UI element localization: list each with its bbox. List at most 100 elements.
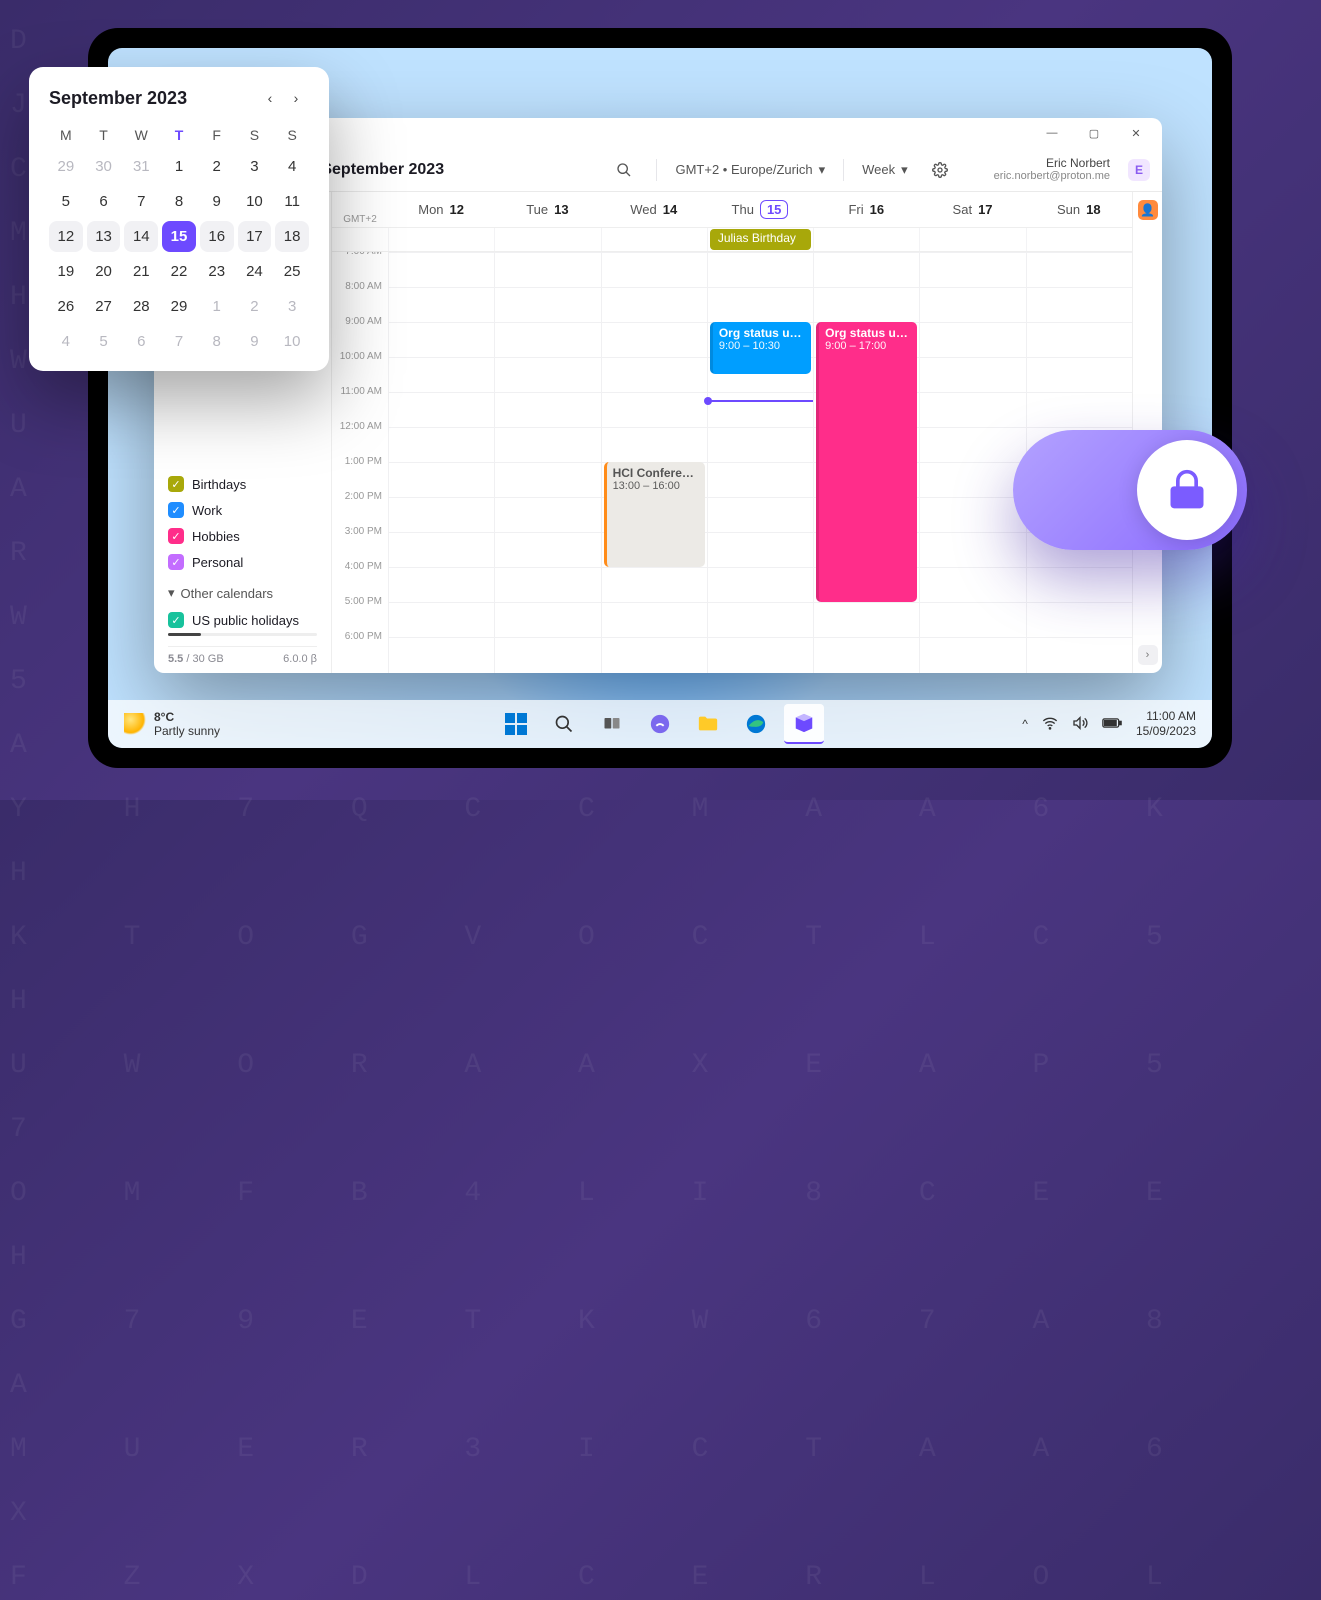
allday-cell[interactable]	[1026, 228, 1132, 251]
mini-cal-day[interactable]: 23	[200, 256, 234, 287]
start-button[interactable]	[496, 704, 536, 744]
mini-cal-day[interactable]: 6	[87, 186, 121, 217]
calendar-event[interactable]: Org status upd…9:00 – 10:30	[710, 322, 811, 374]
collapse-rail-button[interactable]: ›	[1138, 645, 1158, 665]
mini-cal-day[interactable]: 10	[238, 186, 272, 217]
calendar-item[interactable]: ✓Birthdays	[168, 471, 317, 497]
mini-cal-day[interactable]: 5	[87, 326, 121, 357]
tray-chevron-icon[interactable]: ^	[1022, 717, 1028, 731]
mini-cal-day[interactable]: 14	[124, 221, 158, 252]
day-column[interactable]: HCI Conference13:00 – 16:00	[601, 252, 707, 673]
mini-cal-day[interactable]: 3	[238, 151, 272, 182]
mini-cal-day[interactable]: 10	[275, 326, 309, 357]
proton-calendar-icon[interactable]	[784, 704, 824, 744]
mini-cal-day[interactable]: 2	[200, 151, 234, 182]
taskbar-search-icon[interactable]	[544, 704, 584, 744]
mini-cal-day[interactable]: 16	[200, 221, 234, 252]
day-header[interactable]: Tue 13	[494, 192, 600, 227]
day-header[interactable]: Thu 15	[707, 192, 813, 227]
calendar-event[interactable]: HCI Conference13:00 – 16:00	[604, 462, 705, 567]
other-calendars-header[interactable]: ▾ Other calendars	[168, 585, 317, 601]
calendar-checkbox[interactable]: ✓	[168, 528, 184, 544]
mini-cal-day[interactable]: 4	[275, 151, 309, 182]
weather-widget[interactable]: 8°C Partly sunny	[124, 710, 220, 738]
calendar-event[interactable]: Org status upd…9:00 – 17:00	[816, 322, 917, 602]
allday-cell[interactable]	[813, 228, 919, 251]
wifi-icon[interactable]	[1042, 715, 1058, 734]
mini-cal-day[interactable]: 19	[49, 256, 83, 287]
chat-icon[interactable]	[640, 704, 680, 744]
allday-cell[interactable]: Julias Birthday	[707, 228, 813, 251]
mini-cal-day[interactable]: 11	[275, 186, 309, 217]
mini-cal-day[interactable]: 22	[162, 256, 196, 287]
mini-cal-day[interactable]: 12	[49, 221, 83, 252]
mini-cal-day[interactable]: 27	[87, 291, 121, 322]
calendar-item[interactable]: ✓US public holidays	[168, 607, 317, 633]
day-header[interactable]: Wed 14	[601, 192, 707, 227]
day-column[interactable]: Org status upd…9:00 – 10:30	[707, 252, 813, 673]
day-column[interactable]: Org status upd…9:00 – 17:00	[813, 252, 919, 673]
mini-cal-day[interactable]: 9	[200, 186, 234, 217]
mini-calendar-next[interactable]: ›	[283, 85, 309, 111]
mini-cal-day[interactable]: 4	[49, 326, 83, 357]
volume-icon[interactable]	[1072, 715, 1088, 734]
mini-cal-day[interactable]: 21	[124, 256, 158, 287]
edge-icon[interactable]	[736, 704, 776, 744]
calendar-item[interactable]: ✓Hobbies	[168, 523, 317, 549]
mini-cal-day[interactable]: 5	[49, 186, 83, 217]
privacy-lock-toggle[interactable]	[1013, 430, 1247, 550]
mini-calendar-prev[interactable]: ‹	[257, 85, 283, 111]
mini-cal-day[interactable]: 8	[200, 326, 234, 357]
mini-cal-day[interactable]: 30	[87, 151, 121, 182]
mini-cal-day[interactable]: 13	[87, 221, 121, 252]
mini-cal-day[interactable]: 6	[124, 326, 158, 357]
contacts-icon[interactable]: 👤	[1138, 200, 1158, 220]
day-column[interactable]	[388, 252, 494, 673]
mini-cal-day[interactable]: 24	[238, 256, 272, 287]
mini-cal-day[interactable]: 8	[162, 186, 196, 217]
calendar-checkbox[interactable]: ✓	[168, 502, 184, 518]
allday-event[interactable]: Julias Birthday	[710, 229, 811, 250]
mini-cal-day[interactable]: 2	[238, 291, 272, 322]
mini-cal-day[interactable]: 25	[275, 256, 309, 287]
mini-cal-day[interactable]: 1	[162, 151, 196, 182]
mini-cal-day[interactable]: 17	[238, 221, 272, 252]
view-selector[interactable]: Week ▾	[862, 162, 908, 178]
day-header[interactable]: Sat 17	[919, 192, 1025, 227]
allday-cell[interactable]	[494, 228, 600, 251]
allday-cell[interactable]	[388, 228, 494, 251]
calendar-item[interactable]: ✓Personal	[168, 549, 317, 575]
mini-cal-day[interactable]: 3	[275, 291, 309, 322]
user-info[interactable]: Eric Norbert eric.norbert@proton.me	[994, 156, 1110, 184]
calendar-item[interactable]: ✓Work	[168, 497, 317, 523]
mini-cal-day[interactable]: 18	[275, 221, 309, 252]
allday-cell[interactable]	[601, 228, 707, 251]
day-header[interactable]: Sun 18	[1026, 192, 1132, 227]
taskbar-clock[interactable]: 11:00 AM 15/09/2023	[1136, 709, 1196, 739]
mini-cal-day[interactable]: 29	[49, 151, 83, 182]
timezone-selector[interactable]: GMT+2 • Europe/Zurich ▾	[675, 162, 825, 178]
mini-cal-day[interactable]: 20	[87, 256, 121, 287]
day-column[interactable]	[919, 252, 1025, 673]
mini-cal-day[interactable]: 1	[200, 291, 234, 322]
calendar-checkbox[interactable]: ✓	[168, 476, 184, 492]
task-view-icon[interactable]	[592, 704, 632, 744]
mini-cal-day[interactable]: 28	[124, 291, 158, 322]
mini-cal-day[interactable]: 29	[162, 291, 196, 322]
calendar-checkbox[interactable]: ✓	[168, 554, 184, 570]
day-header[interactable]: Mon 12	[388, 192, 494, 227]
mini-cal-day[interactable]: 7	[162, 326, 196, 357]
maximize-button[interactable]: ▢	[1074, 119, 1114, 147]
allday-cell[interactable]	[919, 228, 1025, 251]
mini-cal-day[interactable]: 7	[124, 186, 158, 217]
minimize-button[interactable]: —	[1032, 119, 1072, 147]
settings-icon[interactable]	[926, 156, 954, 184]
mini-cal-day[interactable]: 31	[124, 151, 158, 182]
mini-cal-day[interactable]: 26	[49, 291, 83, 322]
search-icon[interactable]	[610, 156, 638, 184]
mini-cal-day[interactable]: 15	[162, 221, 196, 252]
battery-icon[interactable]	[1102, 717, 1122, 732]
calendar-checkbox[interactable]: ✓	[168, 612, 184, 628]
day-header[interactable]: Fri 16	[813, 192, 919, 227]
file-explorer-icon[interactable]	[688, 704, 728, 744]
